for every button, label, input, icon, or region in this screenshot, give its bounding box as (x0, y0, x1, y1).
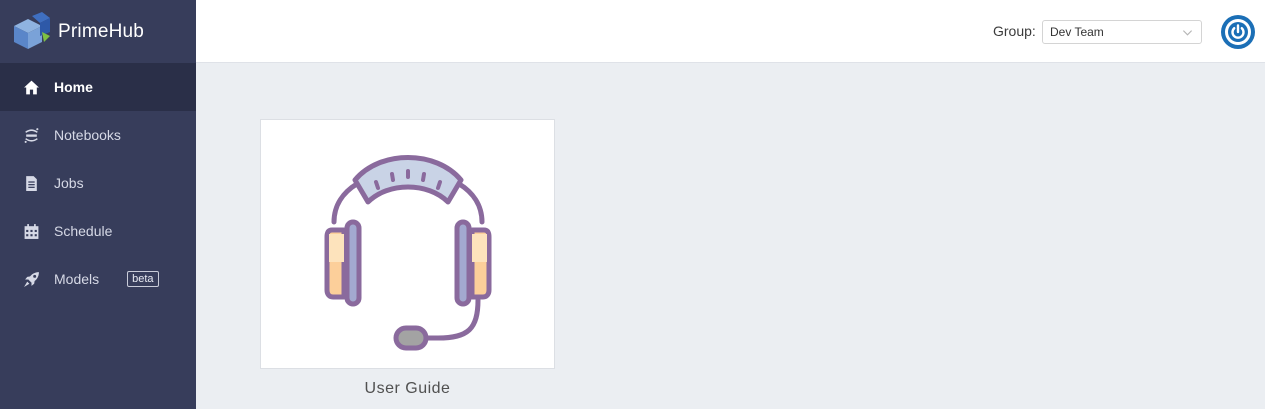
sidebar-item-jobs[interactable]: Jobs (0, 159, 196, 207)
chevron-down-icon (1182, 30, 1193, 36)
sidebar-item-notebooks[interactable]: Notebooks (0, 111, 196, 159)
calendar-icon (22, 222, 40, 240)
group-select-value: Dev Team (1050, 25, 1104, 39)
power-icon (1225, 19, 1251, 45)
logo[interactable]: PrimeHub (0, 0, 196, 63)
group-label: Group: (993, 23, 1036, 39)
headset-icon (324, 155, 491, 351)
home-icon (22, 78, 40, 96)
sidebar-nav: Home Notebooks Jobs Schedule Models beta (0, 63, 196, 303)
sidebar-item-label: Notebooks (54, 127, 121, 143)
primehub-logo-icon (14, 11, 50, 49)
app-name: PrimeHub (58, 20, 145, 42)
sidebar-item-models[interactable]: Models beta (0, 255, 196, 303)
power-button[interactable] (1221, 15, 1255, 49)
user-guide-card[interactable] (260, 119, 555, 369)
sidebar-item-label: Schedule (54, 223, 113, 239)
app-root: PrimeHub Home Notebooks Jobs Schedule Mo… (0, 0, 1265, 409)
sidebar-item-label: Jobs (54, 175, 84, 191)
sidebar-item-label: Models (54, 271, 100, 287)
sidebar: PrimeHub Home Notebooks Jobs Schedule Mo… (0, 0, 196, 409)
document-list-icon (22, 174, 40, 192)
group-select[interactable]: Dev Team (1042, 20, 1202, 44)
beta-badge: beta (127, 271, 159, 287)
top-header: Group: Dev Team (196, 0, 1265, 63)
rocket-icon (22, 270, 40, 288)
sidebar-item-home[interactable]: Home (0, 63, 196, 111)
sidebar-item-schedule[interactable]: Schedule (0, 207, 196, 255)
jupyter-icon (22, 126, 40, 144)
sidebar-item-label: Home (54, 79, 93, 95)
user-guide-caption[interactable]: User Guide (260, 380, 555, 398)
main-content: User Guide (196, 63, 1265, 409)
